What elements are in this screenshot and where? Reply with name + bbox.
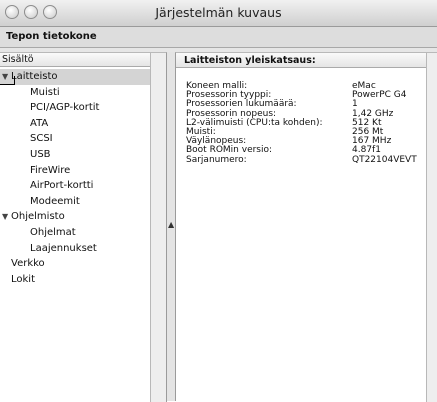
spec-value: PowerPC G4 [352, 90, 407, 101]
sidebar-item-label: Modeemit [30, 195, 80, 207]
spec-row: L2-välimuisti (CPU:ta kohden): 512 Kt [186, 118, 426, 128]
sidebar-item[interactable]: Modeemit [0, 194, 150, 210]
spec-row: Sarjanumero: QT22104VEVT [186, 154, 426, 165]
sidebar-item[interactable]: ATA [0, 116, 150, 132]
spec-key: Sarjanumero: [186, 154, 247, 165]
sidebar-item[interactable]: Ohjelmat [0, 225, 150, 241]
sidebar-item-label: ATA [30, 117, 49, 129]
sidebar-item-label: Muisti [30, 86, 60, 98]
sidebar-item-label: SCSI [30, 133, 53, 145]
detail-scrollbar[interactable] [426, 53, 437, 402]
contents-scrollbar[interactable] [150, 53, 166, 402]
sidebar-item-label: AirPort-kortti [30, 180, 94, 192]
splitter-arrow-icon[interactable]: ▲ [168, 220, 174, 229]
disclosure-triangle-icon[interactable]: ▼ [2, 69, 11, 85]
disclosure-triangle-icon[interactable]: ▼ [2, 209, 11, 225]
spec-value: QT22104VEVT [352, 154, 417, 165]
contents-tree: ▼ Laitteisto Muisti PCI/AGP-kortit ATA SCSI US… [0, 69, 150, 287]
sidebar-item-label: Ohjelmat [30, 226, 76, 238]
sidebar-item-label: Ohjelmisto [11, 211, 65, 223]
sidebar-item-label: USB [30, 148, 51, 160]
detail-title: Laitteiston yleiskatsaus: [184, 55, 316, 66]
sidebar-item[interactable]: ▼ Laitteisto [0, 69, 150, 85]
detail-pane: Laitteiston yleiskatsaus: Koneen malli: e… [175, 52, 437, 402]
hardware-overview: Koneen malli: eMac Prosessorin tyyppi: Powe… [186, 81, 426, 165]
sidebar-item[interactable]: AirPort-kortti [0, 178, 150, 194]
contents-header[interactable]: Sisältö [0, 53, 150, 67]
sidebar-item[interactable]: USB [0, 147, 150, 163]
sidebar-item[interactable]: Lokit [0, 272, 150, 288]
toolbar: Tepon tietokone [0, 27, 437, 48]
callout-line [14, 76, 15, 85]
sidebar-item[interactable]: ▼ Ohjelmisto [0, 209, 150, 225]
sidebar-item-label: FireWire [30, 164, 71, 176]
sidebar-item-label: Laajennukset [30, 242, 97, 254]
sidebar-item[interactable]: SCSI [0, 131, 150, 147]
callout-line [0, 84, 14, 85]
sidebar-item-label: Verkko [11, 258, 45, 270]
contents-pane: Sisältö ▼ Laitteisto Muisti PCI/AGP-kortit A… [0, 52, 167, 402]
sidebar-item[interactable]: Laajennukset [0, 241, 150, 257]
sidebar-item-label: PCI/AGP-kortit [30, 102, 100, 114]
sidebar-item-label: Lokit [11, 273, 36, 285]
sidebar-item[interactable]: Muisti [0, 85, 150, 101]
window-title: Järjestelmän kuvaus [155, 5, 282, 20]
title-bar[interactable]: Järjestelmän kuvaus [0, 0, 437, 27]
sidebar-item-label: Laitteisto [11, 71, 58, 82]
system-profiler-window: Järjestelmän kuvaus Tepon tietokone Sisä… [0, 0, 437, 402]
sidebar-item[interactable]: Verkko [0, 256, 150, 272]
machine-name: Tepon tietokone [6, 31, 97, 42]
sidebar-item[interactable]: FireWire [0, 163, 150, 179]
sidebar-item[interactable]: PCI/AGP-kortit [0, 100, 150, 116]
